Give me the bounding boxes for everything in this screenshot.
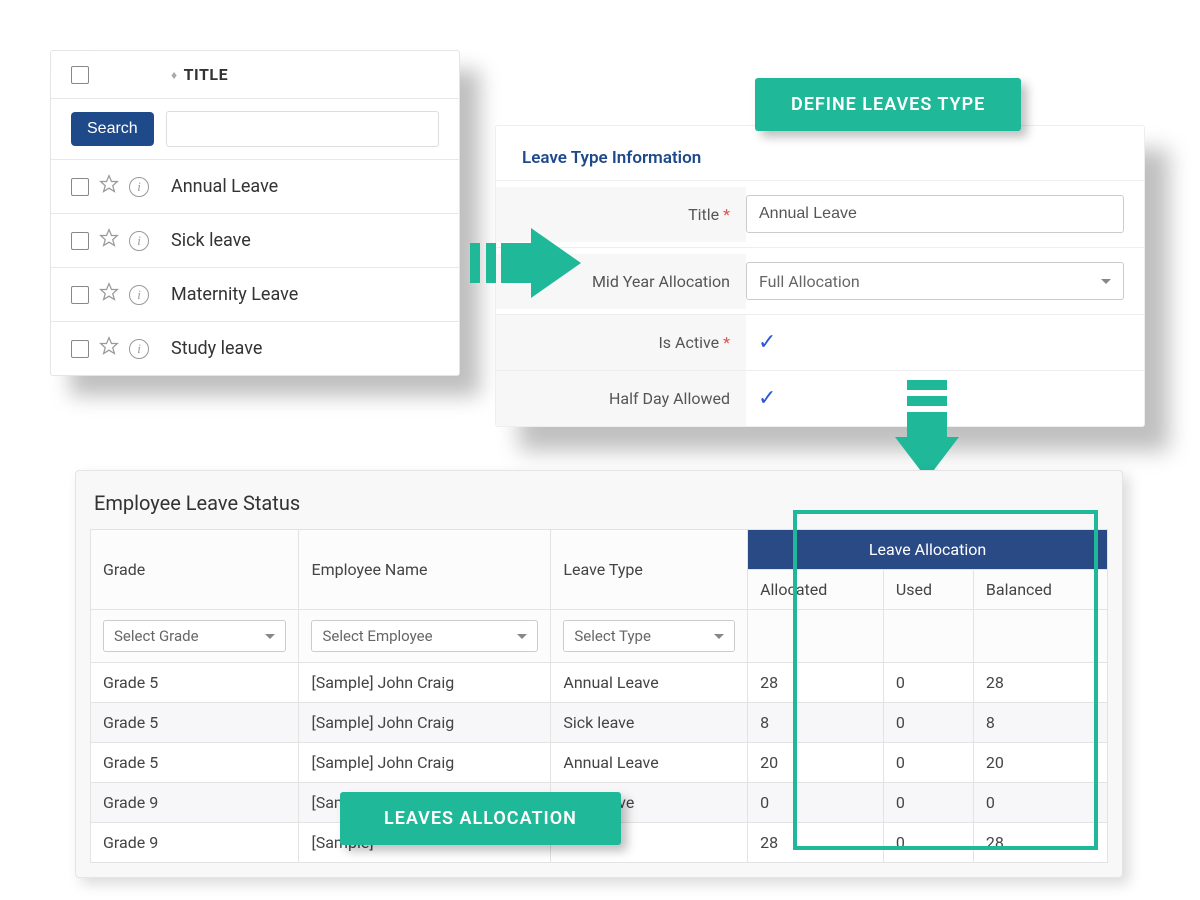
list-item[interactable]: i Maternity Leave [51,268,459,322]
list-item-title: Maternity Leave [171,284,298,305]
col-balanced: Balanced [973,570,1107,610]
cell-employee: [Sample] John Craig [299,743,551,783]
row-checkbox[interactable] [71,286,89,304]
cell-used: 0 [883,703,973,743]
cell-grade: Grade 5 [91,743,299,783]
sort-icon: ♦ [171,69,178,81]
halfday-field-label: Half Day Allowed [496,371,746,426]
search-input[interactable] [166,111,439,147]
col-leave-type: Leave Type [551,530,748,610]
search-row: Search [51,99,459,160]
grade-filter-select[interactable]: Select Grade [103,620,286,652]
title-column-header[interactable]: ♦ TITLE [171,65,228,84]
cell-used: 0 [883,743,973,783]
cell-grade: Grade 5 [91,663,299,703]
star-icon[interactable] [99,228,119,253]
cell-allocated: 28 [748,823,884,863]
list-header-row: ♦ TITLE [51,51,459,99]
info-icon[interactable]: i [129,285,149,305]
col-allocated: Allocated [748,570,884,610]
cell-balanced: 28 [973,663,1107,703]
form-row-active: Is Active* ✓ [496,315,1144,371]
employee-filter-select[interactable]: Select Employee [311,620,538,652]
status-panel-heading: Employee Leave Status [90,485,1108,529]
form-row-title: Title* [496,181,1144,248]
star-icon[interactable] [99,174,119,199]
chevron-down-icon [517,634,527,639]
list-item[interactable]: i Annual Leave [51,160,459,214]
cell-employee: [Sample] John Craig [299,663,551,703]
chevron-down-icon [714,634,724,639]
type-filter-select[interactable]: Select Type [563,620,735,652]
row-checkbox[interactable] [71,178,89,196]
title-header-label: TITLE [184,65,228,84]
form-row-halfday: Half Day Allowed ✓ [496,371,1144,426]
star-icon[interactable] [99,282,119,307]
active-field-label: Is Active* [496,315,746,370]
arrow-down-icon [895,380,959,479]
active-checkbox[interactable]: ✓ [746,330,776,355]
cell-grade: Grade 9 [91,783,299,823]
cell-allocated: 8 [748,703,884,743]
cell-grade: Grade 9 [91,823,299,863]
col-leave-allocation-group: Leave Allocation [748,530,1108,570]
list-item-title: Annual Leave [171,176,278,197]
list-item-title: Sick leave [171,230,251,251]
info-panel-heading: Leave Type Information [496,126,1144,181]
leaves-allocation-badge: LEAVES ALLOCATION [340,792,621,845]
cell-allocated: 28 [748,663,884,703]
row-checkbox[interactable] [71,340,89,358]
title-input[interactable] [746,195,1124,233]
select-all-checkbox[interactable] [71,66,89,84]
info-icon[interactable]: i [129,177,149,197]
list-item[interactable]: i Study leave [51,322,459,375]
list-item[interactable]: i Sick leave [51,214,459,268]
leave-type-info-panel: Leave Type Information Title* Mid Year A… [495,125,1145,427]
cell-grade: Grade 5 [91,703,299,743]
cell-balanced: 0 [973,783,1107,823]
cell-allocated: 20 [748,743,884,783]
halfday-checkbox[interactable]: ✓ [746,386,776,411]
cell-balanced: 20 [973,743,1107,783]
cell-used: 0 [883,663,973,703]
form-row-midyear: Mid Year Allocation Full Allocation [496,248,1144,315]
cell-balanced: 28 [973,823,1107,863]
star-icon[interactable] [99,336,119,361]
cell-allocated: 0 [748,783,884,823]
cell-used: 0 [883,823,973,863]
table-row[interactable]: Grade 5[Sample] John CraigAnnual Leave20… [91,743,1108,783]
cell-type: Annual Leave [551,663,748,703]
table-row[interactable]: Grade 5[Sample] John CraigAnnual Leave28… [91,663,1108,703]
chevron-down-icon [265,634,275,639]
cell-used: 0 [883,783,973,823]
cell-employee: [Sample] John Craig [299,703,551,743]
cell-type: Annual Leave [551,743,748,783]
leave-type-list-panel: ♦ TITLE Search i Annual Leave i Sick lea… [50,50,460,376]
col-grade: Grade [91,530,299,610]
table-row[interactable]: Grade 5[Sample] John CraigSick leave808 [91,703,1108,743]
midyear-select-value: Full Allocation [759,272,860,291]
search-button[interactable]: Search [71,112,154,146]
chevron-down-icon [1101,279,1111,284]
cell-type: Sick leave [551,703,748,743]
list-item-title: Study leave [171,338,262,359]
info-icon[interactable]: i [129,339,149,359]
arrow-right-icon [470,228,581,298]
midyear-select[interactable]: Full Allocation [746,262,1124,300]
info-icon[interactable]: i [129,231,149,251]
row-checkbox[interactable] [71,232,89,250]
col-used: Used [883,570,973,610]
col-employee: Employee Name [299,530,551,610]
define-leaves-type-badge: DEFINE LEAVES TYPE [755,78,1021,131]
cell-balanced: 8 [973,703,1107,743]
